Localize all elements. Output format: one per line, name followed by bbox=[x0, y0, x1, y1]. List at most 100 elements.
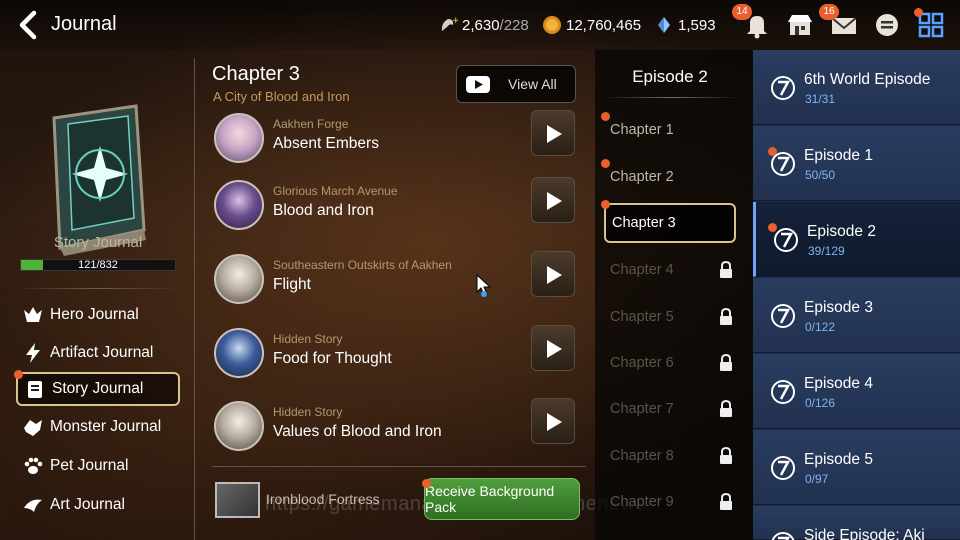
menu-label: Monster Journal bbox=[50, 418, 162, 435]
chat-button[interactable] bbox=[872, 10, 902, 40]
episode-item-5[interactable]: Episode 5 0/97 bbox=[753, 430, 960, 505]
story-title: Flight bbox=[273, 276, 311, 293]
episode-emblem-icon bbox=[771, 532, 795, 540]
chapter-item-9[interactable]: Chapter 9 bbox=[604, 482, 736, 522]
stamina-icon: + bbox=[441, 16, 458, 31]
chapter-label: Chapter 1 bbox=[610, 122, 674, 138]
story-location: Hidden Story bbox=[273, 405, 343, 419]
episode-progress: 50/50 bbox=[805, 168, 836, 182]
notification-badge: 14 bbox=[732, 4, 752, 20]
play-story-button[interactable] bbox=[531, 177, 575, 223]
skystone-value: 1,593 bbox=[678, 16, 716, 34]
receive-alert-dot bbox=[422, 479, 431, 488]
chapter-item-6[interactable]: Chapter 6 bbox=[604, 343, 736, 383]
episode-item-side-aki[interactable]: Side Episode: Aki bbox=[753, 506, 960, 540]
skystone-counter[interactable]: 1,593 bbox=[654, 14, 716, 36]
chapter-alert-dot bbox=[601, 112, 610, 121]
chapter-label: Chapter 6 bbox=[610, 355, 674, 371]
story-row[interactable]: Hidden Story Values of Blood and Iron bbox=[212, 393, 582, 457]
background-thumbnail bbox=[215, 482, 260, 518]
story-journal-alert-dot bbox=[14, 370, 23, 379]
journal-sidebar: Story Journal 121/832 Hero Journal Artif… bbox=[0, 50, 196, 540]
episode-item-4[interactable]: Episode 4 0/126 bbox=[753, 354, 960, 429]
menu-label: Artifact Journal bbox=[50, 344, 154, 361]
mouse-cursor-icon bbox=[476, 274, 492, 297]
page-title: Journal bbox=[51, 13, 117, 35]
story-location: Hidden Story bbox=[273, 332, 343, 346]
chapter-item-5[interactable]: Chapter 5 bbox=[604, 297, 736, 337]
sidebar-divider bbox=[14, 288, 182, 289]
chapter-item-2[interactable]: Chapter 2 bbox=[601, 157, 736, 197]
receive-label: Receive Background Pack bbox=[425, 483, 555, 515]
episode-progress: 0/97 bbox=[805, 472, 829, 486]
hero-journal-icon bbox=[24, 307, 42, 322]
menu-pet-journal[interactable]: Pet Journal bbox=[16, 449, 180, 483]
episode-item-2[interactable]: Episode 2 39/129 bbox=[753, 202, 960, 277]
menu-alert-dot bbox=[914, 8, 923, 17]
stamina-counter[interactable]: + 2,630 /228 bbox=[438, 14, 529, 36]
chapter-list-header: Episode 2 bbox=[632, 67, 708, 86]
story-row[interactable]: Southeastern Outskirts of Aakhen Flight bbox=[212, 246, 582, 310]
episode-item-6th-world[interactable]: 6th World Episode 31/31 bbox=[753, 50, 960, 125]
chapter-item-1[interactable]: Chapter 1 bbox=[601, 110, 736, 150]
mail-button[interactable]: 16 bbox=[819, 4, 859, 40]
back-button[interactable] bbox=[14, 10, 44, 40]
shop-button[interactable] bbox=[785, 10, 815, 40]
back-arrow-icon bbox=[19, 10, 37, 40]
stamina-max: /228 bbox=[499, 16, 529, 34]
episode-item-3[interactable]: Episode 3 0/122 bbox=[753, 278, 960, 353]
episode-name: Episode 2 bbox=[807, 223, 876, 240]
view-all-button[interactable]: View All bbox=[456, 65, 576, 103]
chapter-item-7[interactable]: Chapter 7 bbox=[604, 389, 736, 429]
menu-label: Story Journal bbox=[52, 380, 144, 397]
play-story-button[interactable] bbox=[531, 251, 575, 297]
menu-hero-journal[interactable]: Hero Journal bbox=[16, 298, 180, 332]
episode-emblem-icon bbox=[771, 304, 795, 328]
play-icon bbox=[547, 266, 562, 284]
episode-name: Episode 1 bbox=[804, 147, 873, 164]
gold-counter[interactable]: 12,760,465 bbox=[542, 14, 641, 36]
play-story-button[interactable] bbox=[531, 325, 575, 371]
lock-icon bbox=[720, 400, 732, 417]
menu-grid-button[interactable] bbox=[914, 8, 946, 40]
play-story-button[interactable] bbox=[531, 110, 575, 156]
menu-art-journal[interactable]: Art Journal bbox=[16, 488, 180, 522]
chapter-alert-dot bbox=[601, 200, 610, 209]
story-title: Food for Thought bbox=[273, 350, 392, 367]
menu-story-journal[interactable]: Story Journal bbox=[14, 370, 180, 406]
story-row[interactable]: Glorious March Avenue Blood and Iron bbox=[212, 172, 582, 236]
episode-name: Episode 3 bbox=[804, 299, 873, 316]
chapter-label: Chapter 5 bbox=[610, 309, 674, 325]
story-journal-icon bbox=[28, 381, 42, 398]
chapter-subtitle: A City of Blood and Iron bbox=[213, 89, 350, 104]
menu-artifact-journal[interactable]: Artifact Journal bbox=[16, 336, 180, 370]
character-avatar bbox=[214, 254, 264, 304]
episode-item-1[interactable]: Episode 1 50/50 bbox=[753, 126, 960, 201]
story-row[interactable]: Hidden Story Food for Thought bbox=[212, 320, 582, 384]
view-all-label: View All bbox=[508, 76, 557, 92]
story-row[interactable]: Aakhen Forge Absent Embers bbox=[212, 105, 582, 169]
artifact-journal-icon bbox=[26, 343, 40, 363]
story-title: Values of Blood and Iron bbox=[273, 423, 442, 440]
receive-background-pack-button[interactable]: Receive Background Pack bbox=[422, 478, 580, 520]
journal-progress-text: 121/832 bbox=[78, 259, 118, 271]
chapter-item-4[interactable]: Chapter 4 bbox=[604, 250, 736, 290]
play-story-button[interactable] bbox=[531, 398, 575, 444]
chapter-item-8[interactable]: Chapter 8 bbox=[604, 436, 736, 476]
story-location: Glorious March Avenue bbox=[273, 184, 398, 198]
chapter-item-3[interactable]: Chapter 3 bbox=[601, 200, 736, 243]
character-avatar bbox=[214, 401, 264, 451]
gold-icon bbox=[543, 16, 561, 34]
art-journal-icon bbox=[24, 499, 42, 512]
notification-button[interactable]: 14 bbox=[732, 4, 772, 40]
video-icon bbox=[466, 75, 490, 93]
menu-label: Art Journal bbox=[50, 496, 125, 513]
character-avatar bbox=[214, 180, 264, 230]
episode-progress: 0/126 bbox=[805, 396, 836, 410]
lock-icon bbox=[720, 261, 732, 278]
story-title: Absent Embers bbox=[273, 135, 379, 152]
story-location: Aakhen Forge bbox=[273, 117, 349, 131]
chat-icon bbox=[876, 14, 898, 36]
episode-progress: 0/122 bbox=[805, 320, 836, 334]
menu-monster-journal[interactable]: Monster Journal bbox=[16, 410, 180, 444]
